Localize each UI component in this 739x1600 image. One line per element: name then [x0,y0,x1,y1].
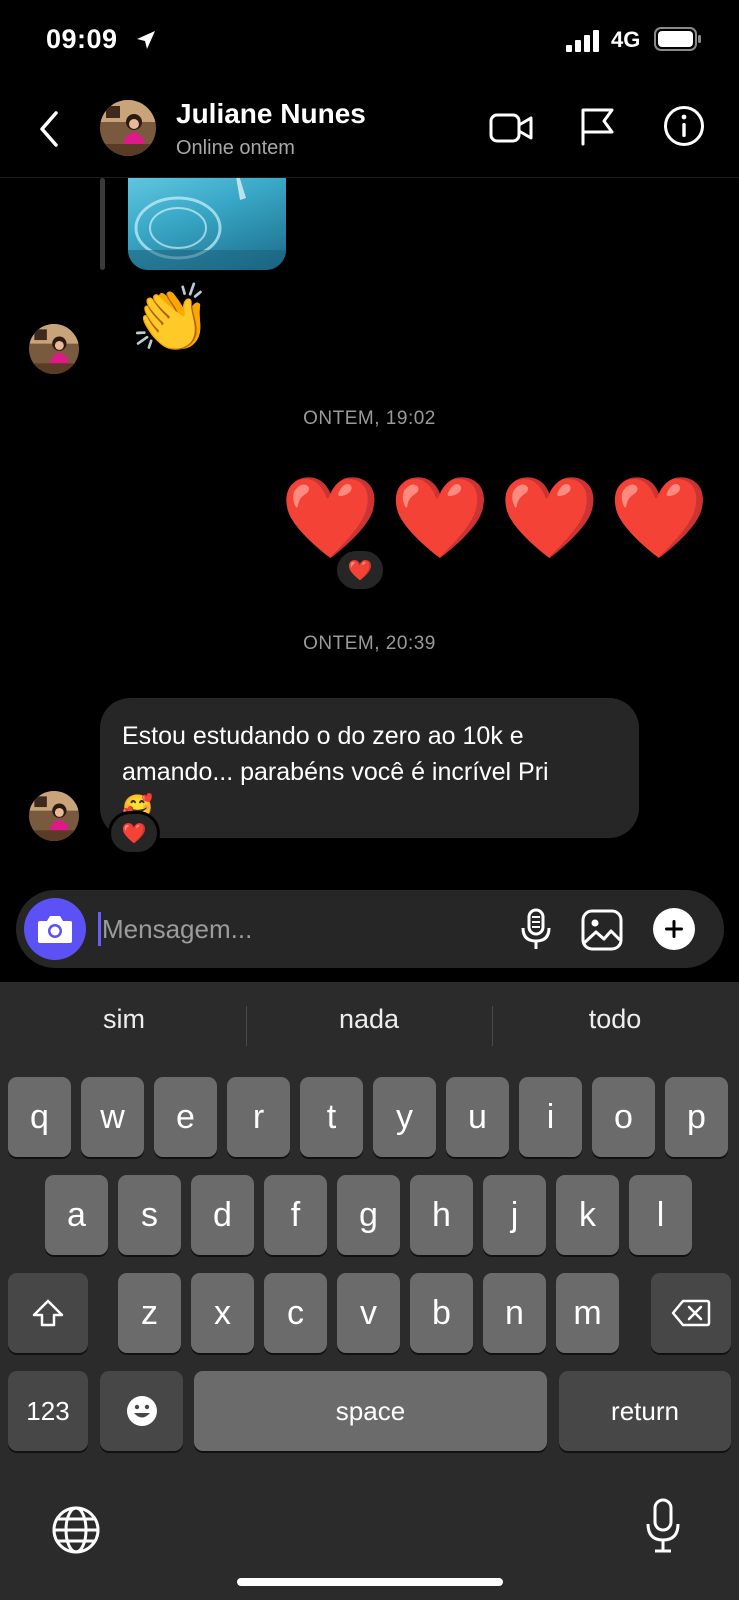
reaction-badge[interactable]: ❤️ [108,811,160,855]
keyboard: sim nada todo q w e r t y u i o p a s d … [0,982,739,1600]
timestamp: ONTEM, 20:39 [303,633,436,654]
microphone-icon[interactable] [645,1498,681,1554]
info-icon[interactable] [662,104,706,148]
key-v[interactable]: v [337,1273,400,1353]
message-input[interactable] [102,890,482,968]
plus-icon [665,920,683,938]
key-h[interactable]: h [410,1175,473,1255]
avatar-photo [29,791,79,841]
key-o[interactable]: o [592,1077,655,1157]
key-b[interactable]: b [410,1273,473,1353]
return-key[interactable]: return [559,1371,731,1451]
message-composer [16,890,724,968]
shared-photo[interactable] [128,178,286,270]
key-u[interactable]: u [446,1077,509,1157]
key-m[interactable]: m [556,1273,619,1353]
sender-avatar[interactable] [29,791,79,841]
video-camera-icon[interactable] [488,106,534,150]
key-a[interactable]: a [45,1175,108,1255]
pool-photo [128,178,286,270]
key-q[interactable]: q [8,1077,71,1157]
back-icon[interactable] [32,107,66,151]
key-e[interactable]: e [154,1077,217,1157]
gallery-icon[interactable] [580,908,624,952]
key-i[interactable]: i [519,1077,582,1157]
status-bar: 09:09 4G [0,0,739,80]
microphone-icon[interactable] [516,908,556,952]
avatar-photo [100,100,156,156]
message-text: Estou estudando o do zero ao 10k e amand… [122,722,549,822]
key-n[interactable]: n [483,1273,546,1353]
location-arrow-icon [137,31,155,49]
key-d[interactable]: d [191,1175,254,1255]
camera-icon [38,916,72,943]
avatar-photo [29,324,79,374]
clap-emoji-message[interactable]: 👏 [130,278,212,358]
numbers-key[interactable]: 123 [8,1371,88,1451]
chat-header: Juliane Nunes Online ontem [0,80,739,178]
key-j[interactable]: j [483,1175,546,1255]
contact-avatar[interactable] [100,100,156,156]
sender-avatar[interactable] [29,324,79,374]
contact-status: Online ontem [176,137,295,159]
camera-button[interactable] [24,898,86,960]
key-z[interactable]: z [118,1273,181,1353]
suggestion-item[interactable]: nada [247,982,491,1056]
key-f[interactable]: f [264,1175,327,1255]
shift-key[interactable] [8,1273,88,1353]
backspace-key[interactable] [651,1273,731,1353]
add-button[interactable] [653,908,695,950]
battery-icon [654,27,701,51]
key-p[interactable]: p [665,1077,728,1157]
key-t[interactable]: t [300,1077,363,1157]
suggestion-item[interactable]: todo [493,982,737,1056]
key-y[interactable]: y [373,1077,436,1157]
flag-icon[interactable] [578,104,618,148]
globe-icon[interactable] [50,1504,102,1556]
suggestion-item[interactable]: sim [2,982,246,1056]
reply-indicator [100,178,105,270]
suggestion-bar: sim nada todo [0,982,739,1056]
key-g[interactable]: g [337,1175,400,1255]
text-caret [98,912,101,946]
emoji-icon [126,1396,157,1426]
network-label: 4G [611,27,641,52]
key-w[interactable]: w [81,1077,144,1157]
message-thread[interactable]: 👏 ONTEM, 19:02 ❤️❤️❤️❤️ ❤️ ONTEM, 20:39 … [0,178,739,890]
reaction-badge[interactable]: ❤️ [334,548,386,592]
message-bubble[interactable]: Estou estudando o do zero ao 10k e amand… [100,698,639,838]
backspace-icon [671,1299,711,1327]
emoji-key[interactable] [100,1371,183,1451]
key-c[interactable]: c [264,1273,327,1353]
key-s[interactable]: s [118,1175,181,1255]
key-l[interactable]: l [629,1175,692,1255]
key-x[interactable]: x [191,1273,254,1353]
key-k[interactable]: k [556,1175,619,1255]
key-r[interactable]: r [227,1077,290,1157]
shift-icon [32,1299,64,1327]
timestamp: ONTEM, 19:02 [303,408,436,429]
home-indicator[interactable] [237,1578,503,1586]
space-key[interactable]: space [194,1371,547,1451]
status-time: 09:09 [46,24,118,54]
contact-name[interactable]: Juliane Nunes [176,98,366,130]
signal-icon [566,30,599,52]
